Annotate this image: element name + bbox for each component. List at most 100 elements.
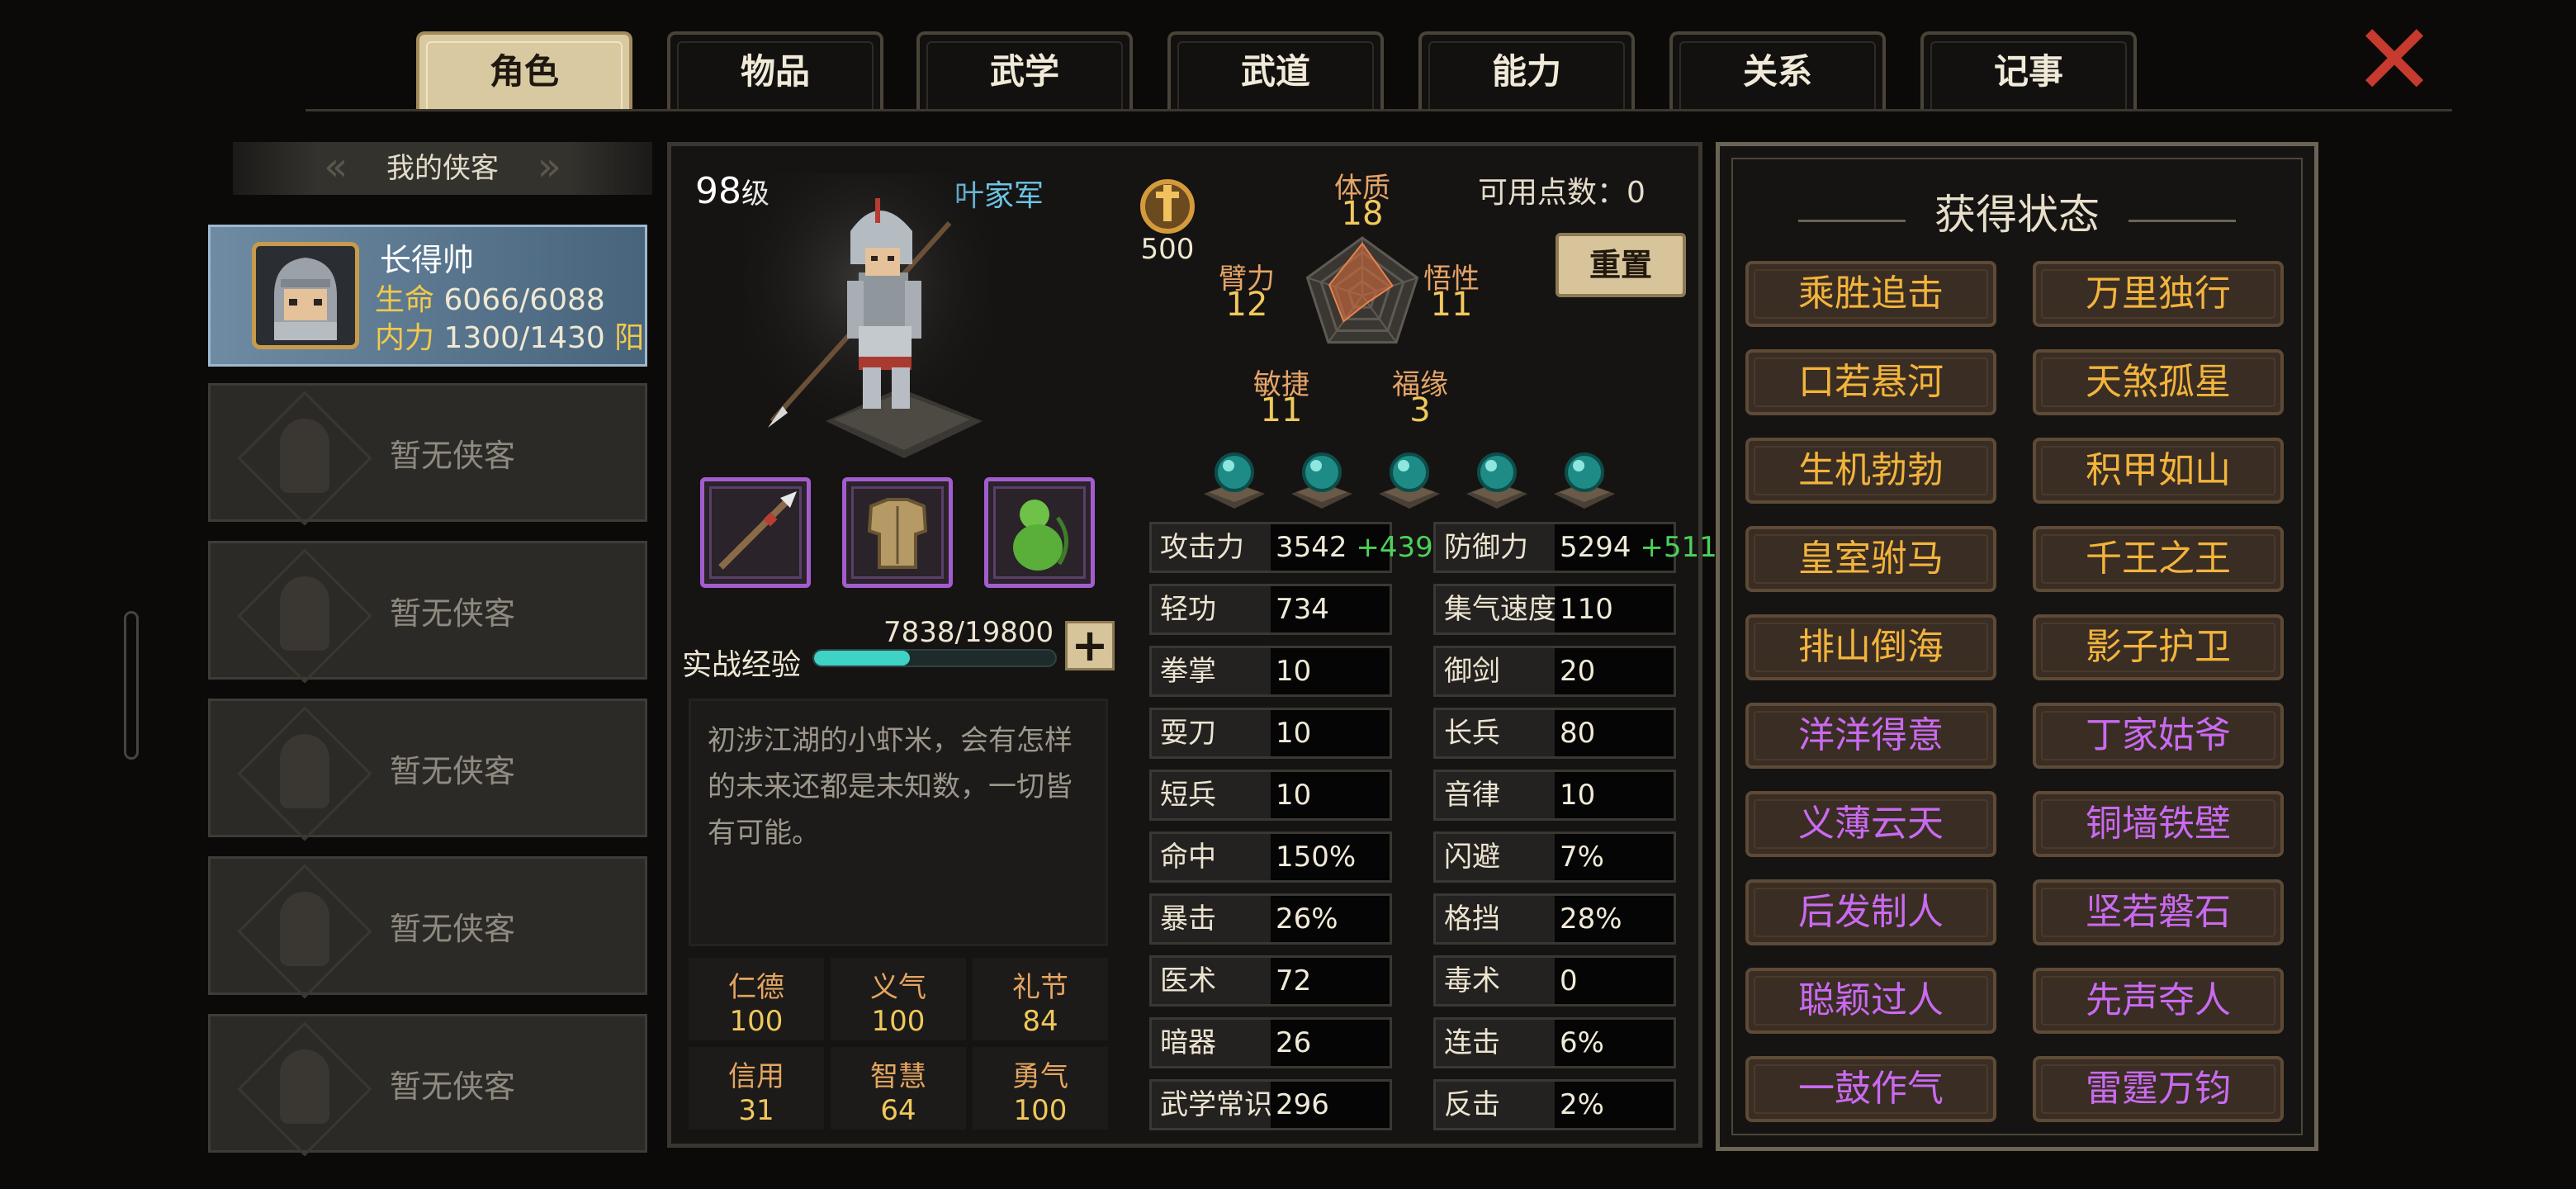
status-item-label: 丁家姑爷 — [2086, 714, 2231, 756]
status-item[interactable]: 皇室驸马 — [1745, 526, 1996, 592]
orb-slots — [1199, 444, 1645, 514]
stat-label: 暗器 — [1152, 1020, 1271, 1066]
status-item[interactable]: 口若悬河 — [1745, 349, 1996, 415]
stat-value: 0 — [1560, 964, 1578, 997]
status-item[interactable]: 洋洋得意 — [1745, 703, 1996, 769]
status-item-label: 生机勃勃 — [1798, 449, 1944, 491]
stat-row: 耍刀 10 — [1149, 708, 1392, 759]
stat-row: 暗器 26 — [1149, 1017, 1392, 1068]
stat-label: 反击 — [1436, 1082, 1555, 1128]
stat-label: 命中 — [1152, 834, 1271, 880]
status-item[interactable]: 丁家姑爷 — [2033, 703, 2284, 769]
virtue-cell: 礼节 84 — [973, 958, 1108, 1040]
stat-row: 暴击 26% — [1149, 893, 1392, 945]
stat-value: 10 — [1276, 779, 1312, 812]
party-slot-empty[interactable]: 暂无侠客 — [208, 541, 647, 684]
stat-row: 集气速度 110 — [1433, 584, 1676, 635]
status-item[interactable]: 雷霆万钧 — [2033, 1056, 2284, 1122]
tab-1[interactable]: 物品 — [667, 31, 883, 109]
status-item-label: 积甲如山 — [2086, 449, 2231, 491]
equip-slot-accessory[interactable] — [984, 477, 1095, 588]
status-item[interactable]: 千王之王 — [2033, 526, 2284, 592]
stat-value-wrap: 28% — [1560, 896, 1622, 942]
tab-5[interactable]: 关系 — [1669, 31, 1886, 109]
status-item-label: 口若悬河 — [1798, 361, 1944, 403]
status-item[interactable]: 乘胜追击 — [1745, 261, 1996, 327]
close-x-icon[interactable]: ✕ — [2350, 12, 2439, 111]
status-item[interactable]: 生机勃勃 — [1745, 438, 1996, 504]
orb-socket-icon[interactable] — [1549, 444, 1620, 514]
gourd-icon — [1013, 500, 1068, 571]
status-item-label: 千王之王 — [2086, 538, 2231, 580]
stat-value-wrap: 6% — [1560, 1020, 1604, 1066]
status-item[interactable]: 天煞孤星 — [2033, 349, 2284, 415]
tab-label: 武学 — [989, 51, 1059, 92]
stat-row: 闪避 7% — [1433, 831, 1676, 883]
virtue-value: 64 — [880, 1094, 916, 1127]
status-item[interactable]: 排山倒海 — [1745, 614, 1996, 680]
equip-slot-armor[interactable] — [842, 477, 953, 588]
status-item[interactable]: 影子护卫 — [2033, 614, 2284, 680]
tab-6[interactable]: 记事 — [1920, 31, 2137, 109]
orb-socket-icon[interactable] — [1199, 444, 1270, 514]
available-points: 可用点数：0 — [1478, 168, 1646, 211]
party-member-mp: 内力 1300/1430 阳 — [375, 314, 644, 357]
tab-2[interactable]: 武学 — [916, 31, 1133, 109]
status-item[interactable]: 万里独行 — [2033, 261, 2284, 327]
stat-row: 毒术 0 — [1433, 955, 1676, 1007]
chevron-right-icon: » — [537, 144, 561, 190]
stat-label: 防御力 — [1436, 524, 1555, 571]
orb-socket-icon[interactable] — [1461, 444, 1532, 514]
tab-3[interactable]: 武道 — [1167, 31, 1384, 109]
stat-value-wrap: 10 — [1276, 772, 1311, 818]
status-item-label: 坚若磐石 — [2086, 891, 2231, 933]
tab-4[interactable]: 能力 — [1418, 31, 1635, 109]
party-slot-empty[interactable]: 暂无侠客 — [208, 1014, 647, 1157]
stat-row: 短兵 10 — [1149, 770, 1392, 821]
status-item[interactable]: 坚若磐石 — [2033, 879, 2284, 945]
stat-value-wrap: 10 — [1276, 648, 1311, 694]
equip-slot-weapon[interactable] — [700, 477, 811, 588]
stat-value: 26 — [1276, 1026, 1312, 1059]
add-exp-button[interactable]: + — [1065, 621, 1115, 670]
level-number: 98 — [695, 170, 741, 212]
status-item-label: 洋洋得意 — [1798, 714, 1944, 756]
stat-row: 反击 2% — [1433, 1079, 1676, 1130]
tab-label: 角色 — [489, 51, 559, 92]
character-description: 初涉江湖的小虾米，会有怎样的未来还都是未知数，一切皆有可能。 — [689, 699, 1108, 946]
stat-label: 暴击 — [1152, 896, 1271, 942]
status-item[interactable]: 铜墙铁壁 — [2033, 791, 2284, 857]
stat-row: 拳掌 10 — [1149, 646, 1392, 697]
orb-socket-icon[interactable] — [1286, 444, 1357, 514]
attribute-value: 18 — [1341, 195, 1384, 233]
stat-value: 28% — [1560, 902, 1622, 936]
status-item[interactable]: 义薄云天 — [1745, 791, 1996, 857]
stat-value-wrap: 7% — [1560, 834, 1604, 880]
attribute-value: 11 — [1260, 391, 1303, 429]
stat-row: 御剑 20 — [1433, 646, 1676, 697]
party-slot-empty[interactable]: 暂无侠客 — [208, 383, 647, 526]
stat-value-wrap: 10 — [1560, 772, 1595, 818]
status-item[interactable]: 一鼓作气 — [1745, 1056, 1996, 1122]
status-item[interactable]: 先声夺人 — [2033, 968, 2284, 1034]
stat-row: 命中 150% — [1149, 831, 1392, 883]
status-item[interactable]: 积甲如山 — [2033, 438, 2284, 504]
stat-value-wrap: 26% — [1276, 896, 1338, 942]
status-item-label: 铜墙铁壁 — [2086, 803, 2231, 845]
status-item[interactable]: 聪颖过人 — [1745, 968, 1996, 1034]
tab-0[interactable]: 角色 — [416, 31, 632, 109]
stat-row: 格挡 28% — [1433, 893, 1676, 945]
virtue-value: 84 — [1022, 1005, 1058, 1038]
orb-socket-icon[interactable] — [1374, 444, 1445, 514]
exp-progress-fill — [814, 651, 910, 666]
party-slot-empty[interactable]: 暂无侠客 — [208, 856, 647, 999]
reset-button[interactable]: 重置 — [1556, 233, 1686, 297]
status-item[interactable]: 后发制人 — [1745, 879, 1996, 945]
armor-icon — [867, 498, 928, 569]
party-slot-empty[interactable]: 暂无侠客 — [208, 699, 647, 841]
virtue-value: 100 — [1013, 1094, 1068, 1127]
stat-bonus: +511 — [1640, 531, 1717, 564]
status-item-label: 先声夺人 — [2086, 979, 2231, 1021]
stat-row: 攻击力 3542 +439 — [1149, 522, 1433, 573]
medal-value: 500 — [1140, 233, 1195, 266]
